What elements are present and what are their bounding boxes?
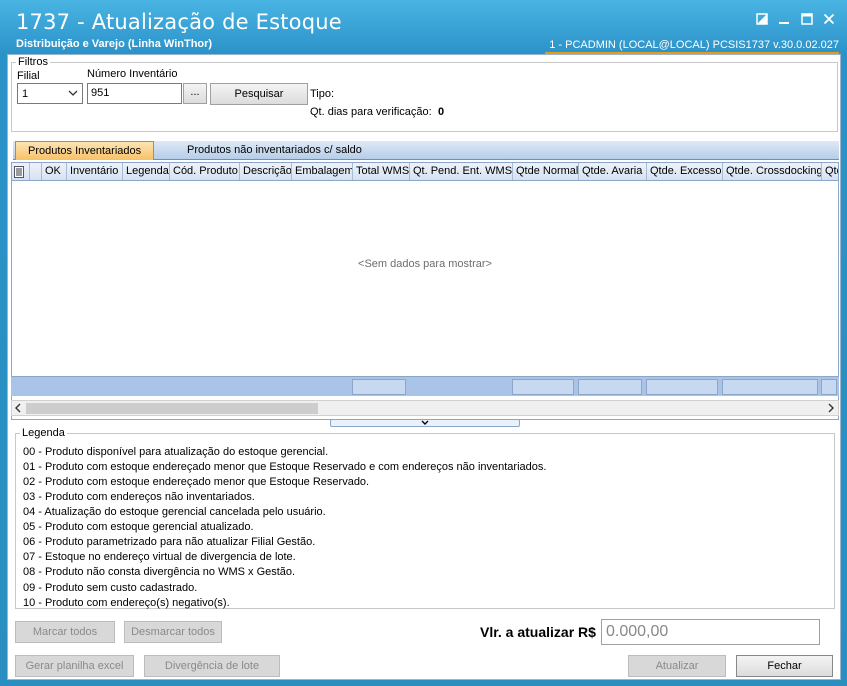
grid-col-embalagem[interactable]: Embalagem xyxy=(292,163,353,180)
tab-produtos-inventariados[interactable]: Produtos Inventariados xyxy=(15,141,155,160)
grid-col-qtde-avaria[interactable]: Qtde. Avaria xyxy=(579,163,647,180)
grid-col-qtde-normal[interactable]: Qtde Normal xyxy=(513,163,579,180)
vlr-atualizar-label: Vlr. a atualizar R$ xyxy=(480,624,596,640)
desmarcar-todos-button[interactable]: Desmarcar todos xyxy=(124,621,222,643)
grid-summary-row xyxy=(11,376,839,396)
grid-col-qtde-excesso[interactable]: Qtde. Excesso xyxy=(647,163,723,180)
filial-label: Filial xyxy=(17,70,40,82)
grid-col-total-wms[interactable]: Total WMS xyxy=(353,163,410,180)
dias-verificacao-label: Qt. dias para verificação: xyxy=(310,106,432,118)
marcar-todos-button[interactable]: Marcar todos xyxy=(15,621,115,643)
session-status-text: 1 - PCADMIN (LOCAL@LOCAL) PCSIS1737 v.30… xyxy=(549,39,839,51)
summary-qtde-excesso xyxy=(646,379,718,395)
grid-horizontal-scrollbar[interactable] xyxy=(11,400,839,416)
maximize-icon[interactable] xyxy=(797,10,817,30)
column-chooser-icon[interactable] xyxy=(12,163,30,180)
legend-item: 07 - Estoque no endereço virtual de dive… xyxy=(23,551,296,563)
filial-value: 1 xyxy=(22,88,29,100)
scroll-right-icon[interactable] xyxy=(827,402,835,417)
summary-qtde-normal xyxy=(512,379,574,395)
inventario-label: Número Inventário xyxy=(87,68,178,80)
window-title: 1737 - Atualização de Estoque xyxy=(16,10,342,34)
tabs-bar: Produtos Inventariados Produtos não inve… xyxy=(13,141,839,160)
summary-total-wms xyxy=(352,379,406,395)
gerar-planilha-button[interactable]: Gerar planilha excel xyxy=(15,655,134,677)
filial-select[interactable]: 1 xyxy=(17,83,83,104)
grid-col-cod-produto[interactable]: Cód. Produto xyxy=(170,163,240,180)
legend-item: 05 - Produto com estoque gerencial atual… xyxy=(23,521,254,533)
inventario-lookup-button[interactable]: ... xyxy=(183,83,207,104)
summary-qtd xyxy=(821,379,837,395)
grid-col-inventario[interactable]: Inventário xyxy=(67,163,123,180)
grid-col-qtde-crossdocking[interactable]: Qtde. Crossdocking xyxy=(723,163,822,180)
panel-splitter[interactable] xyxy=(330,419,520,427)
vlr-atualizar-field[interactable]: 0.000,00 xyxy=(601,619,820,645)
grid-empty-message: <Sem dados para mostrar> xyxy=(358,258,492,270)
summary-qtde-avaria xyxy=(578,379,642,395)
legend-item: 03 - Produto com endereços não inventari… xyxy=(23,491,255,503)
theme-icon[interactable] xyxy=(752,10,772,30)
tab-produtos-nao-inventariados[interactable]: Produtos não inventariados c/ saldo xyxy=(175,141,374,160)
filters-group-title: Filtros xyxy=(16,56,50,68)
window-subtitle: Distribuição e Varejo (Linha WinThor) xyxy=(16,38,213,50)
legend-group: 00 - Produto disponível para atualização… xyxy=(15,433,835,609)
session-status: 1 - PCADMIN (LOCAL@LOCAL) PCSIS1737 v.30… xyxy=(545,39,839,54)
legend-item: 10 - Produto com endereço(s) negativo(s)… xyxy=(23,597,230,609)
search-button[interactable]: Pesquisar xyxy=(210,83,308,105)
legend-item: 08 - Produto não consta divergência no W… xyxy=(23,566,296,578)
scrollbar-thumb[interactable] xyxy=(26,403,318,414)
minimize-icon[interactable] xyxy=(774,10,794,30)
legend-item: 04 - Atualização do estoque gerencial ca… xyxy=(23,506,326,518)
close-icon[interactable] xyxy=(819,10,839,30)
legend-title: Legenda xyxy=(20,427,67,439)
tipo-label: Tipo: xyxy=(310,88,335,100)
fechar-button[interactable]: Fechar xyxy=(736,655,833,677)
inventario-input[interactable]: 951 xyxy=(87,83,182,104)
grid-col-legenda[interactable]: Legenda xyxy=(123,163,170,180)
divergencia-lote-button[interactable]: Divergência de lote xyxy=(144,655,280,677)
legend-item: 01 - Produto com estoque endereçado meno… xyxy=(23,461,547,473)
dias-verificacao-value: 0 xyxy=(438,106,445,118)
legend-item: 06 - Produto parametrizado para não atua… xyxy=(23,536,316,548)
scroll-left-icon[interactable] xyxy=(14,402,22,417)
legend-item: 00 - Produto disponível para atualização… xyxy=(23,446,329,458)
grid-header: OK Inventário Legenda Cód. Produto Descr… xyxy=(12,163,838,181)
chevron-down-icon xyxy=(68,87,78,102)
legend-item: 02 - Produto com estoque endereçado meno… xyxy=(23,476,370,488)
atualizar-button[interactable]: Atualizar xyxy=(628,655,726,677)
grid-col-ok[interactable]: OK xyxy=(42,163,67,180)
app-window: 1737 - Atualização de Estoque Distribuiç… xyxy=(0,0,847,686)
main-panel: Filtros Filial 1 Número Inventário 951 .… xyxy=(7,54,841,680)
grid-col-descricao[interactable]: Descrição xyxy=(240,163,292,180)
grid-col-qtd[interactable]: Qtd xyxy=(822,163,838,180)
summary-qtde-crossdocking xyxy=(722,379,818,395)
grid-col-indicator xyxy=(30,163,42,180)
grid-col-qt-pend-ent-wms[interactable]: Qt. Pend. Ent. WMS xyxy=(410,163,513,180)
legend-item: 09 - Produto sem custo cadastrado. xyxy=(23,582,198,594)
